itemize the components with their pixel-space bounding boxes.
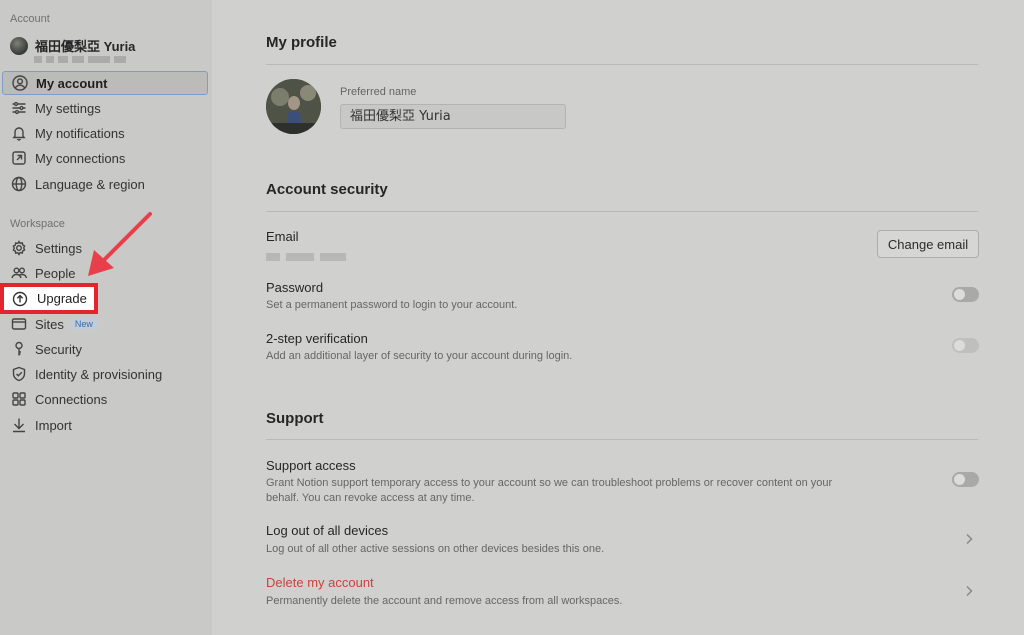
logout-all-devices-description: Log out of all other active sessions on … xyxy=(266,543,605,555)
sidebar-item-my-settings[interactable]: My settings xyxy=(0,96,210,120)
divider xyxy=(266,439,978,440)
two-step-toggle[interactable] xyxy=(952,338,979,353)
chevron-right-icon[interactable] xyxy=(964,584,974,597)
sidebar-item-identity-provisioning[interactable]: Identity & provisioning xyxy=(0,362,210,386)
workspace-section-label: Workspace xyxy=(10,218,65,230)
key-icon xyxy=(10,341,27,358)
sliders-icon xyxy=(10,100,27,117)
password-description: Set a permanent password to login to you… xyxy=(266,299,518,311)
change-email-button[interactable]: Change email xyxy=(877,230,979,258)
user-email-redacted xyxy=(34,56,126,63)
password-title: Password xyxy=(266,280,324,295)
sites-icon xyxy=(10,316,27,333)
sidebar-item-connections[interactable]: Connections xyxy=(0,387,210,411)
sidebar-item-label: Upgrade xyxy=(37,291,87,306)
account-security-heading: Account security xyxy=(266,181,388,198)
support-access-toggle[interactable] xyxy=(952,472,979,487)
divider xyxy=(266,211,978,212)
grid-icon xyxy=(10,391,27,408)
two-step-description: Add an additional layer of security to y… xyxy=(266,350,573,362)
globe-icon xyxy=(10,176,27,193)
profile-photo[interactable] xyxy=(266,79,321,134)
sidebar-item-my-account[interactable]: My account xyxy=(2,71,208,95)
two-step-title: 2-step verification xyxy=(266,331,368,346)
user-circle-icon xyxy=(11,75,28,92)
sidebar-item-label: Connections xyxy=(35,391,108,407)
preferred-name-label: Preferred name xyxy=(340,86,417,98)
new-badge: New xyxy=(70,318,97,330)
my-profile-heading: My profile xyxy=(266,34,337,51)
photo-figure xyxy=(266,79,321,134)
upgrade-icon xyxy=(12,291,28,307)
sidebar-item-label: Sites xyxy=(35,316,64,332)
support-access-description-line1: Grant Notion support temporary access to… xyxy=(266,477,833,489)
avatar xyxy=(10,36,28,55)
sidebar-item-label: People xyxy=(35,265,76,281)
sidebar-item-import[interactable]: Import xyxy=(0,413,210,437)
delete-account-title[interactable]: Delete my account xyxy=(266,575,374,590)
people-icon xyxy=(10,265,27,282)
delete-account-description: Permanently delete the account and remov… xyxy=(266,595,623,607)
sidebar-item-sites[interactable]: Sites New xyxy=(0,312,210,336)
settings-main-panel xyxy=(212,0,1024,635)
gear-icon xyxy=(10,240,27,257)
download-icon xyxy=(10,417,27,434)
sidebar-item-my-notifications[interactable]: My notifications xyxy=(0,121,210,145)
link-out-icon xyxy=(10,150,27,167)
sidebar-item-label: Settings xyxy=(35,240,82,256)
sidebar-item-label: Language & region xyxy=(35,176,145,192)
account-section-label: Account xyxy=(10,13,50,25)
sidebar-item-label: Security xyxy=(35,341,82,357)
divider xyxy=(266,64,978,65)
preferred-name-input[interactable]: 福田優梨亞 Yuria xyxy=(340,104,566,129)
annotation-arrow-icon xyxy=(88,212,152,276)
sidebar-item-label: Import xyxy=(35,417,72,433)
email-redacted-value xyxy=(266,253,346,261)
sidebar-item-label: My account xyxy=(36,75,108,91)
logout-all-devices-title[interactable]: Log out of all devices xyxy=(266,523,388,538)
sidebar-item-label: My settings xyxy=(35,100,101,116)
sidebar-item-my-connections[interactable]: My connections xyxy=(0,146,210,170)
chevron-right-icon[interactable] xyxy=(964,532,974,545)
sidebar-item-label: My notifications xyxy=(35,125,125,141)
support-heading: Support xyxy=(266,410,324,427)
preferred-name-value: 福田優梨亞 Yuria xyxy=(350,109,451,124)
email-label: Email xyxy=(266,229,299,244)
password-toggle[interactable] xyxy=(952,287,979,302)
sidebar-item-security[interactable]: Security xyxy=(0,337,210,361)
sidebar-item-upgrade[interactable]: Upgrade xyxy=(0,283,98,314)
support-access-description-line2: behalf. You can revoke access at any tim… xyxy=(266,492,475,504)
sidebar-item-label: Identity & provisioning xyxy=(35,366,163,382)
settings-sidebar: Account 福田優梨亞 Yuria My account My settin… xyxy=(0,0,212,635)
sidebar-item-label: My connections xyxy=(35,150,126,166)
bell-icon xyxy=(10,125,27,142)
shield-icon xyxy=(10,366,27,383)
support-access-title: Support access xyxy=(266,458,356,473)
user-row: 福田優梨亞 Yuria xyxy=(10,36,135,55)
user-name: 福田優梨亞 Yuria xyxy=(35,39,136,54)
sidebar-item-language-region[interactable]: Language & region xyxy=(0,172,210,196)
